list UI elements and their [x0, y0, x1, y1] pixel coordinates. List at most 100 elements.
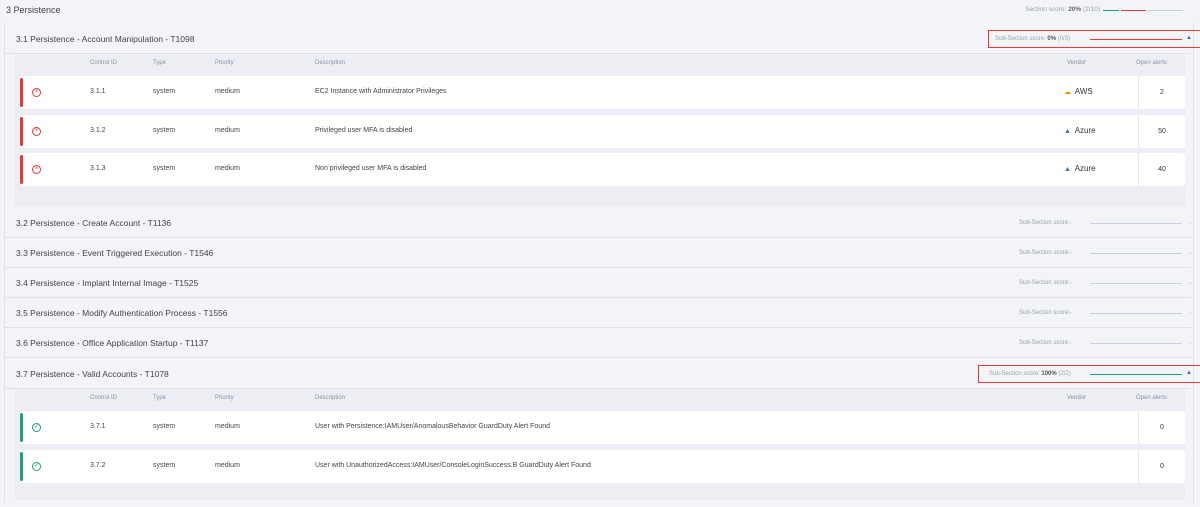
section-header[interactable]: 3 Persistence Section score: 20% (2/10)	[0, 0, 1200, 22]
control-id: 3.1.2	[90, 127, 106, 134]
vendor: ▲ Azure	[1064, 126, 1096, 135]
subsection-title: 3.1 Persistence - Account Manipulation -…	[16, 34, 195, 44]
subsection-title: 3.7 Persistence - Valid Accounts - T1078	[16, 369, 169, 379]
chevron-down-icon[interactable]: ⌄	[1188, 249, 1193, 256]
subsection-score: Sub-Section score:-	[1019, 310, 1072, 316]
control-row[interactable]: × 3.1.1 system medium EC2 Instance with …	[20, 76, 1185, 109]
column-header-description: Description	[315, 60, 346, 66]
control-description: EC2 Instance with Administrator Privileg…	[315, 88, 447, 95]
chevron-down-icon[interactable]: ⌄	[1188, 309, 1193, 316]
column-header-control-id: Control ID	[90, 60, 118, 66]
subsection-header-3-5[interactable]: 3.5 Persistence - Modify Authentication …	[5, 299, 1193, 328]
section-score-value: 20%	[1068, 6, 1082, 13]
control-priority: medium	[215, 88, 240, 95]
score-highlight-box	[988, 30, 1200, 48]
status-stripe-fail	[20, 117, 23, 146]
control-description: User with Persistence:IAMUser/AnomalousB…	[315, 423, 550, 430]
column-header-description: Description	[315, 395, 346, 401]
subsection-header-3-3[interactable]: 3.3 Persistence - Event Triggered Execut…	[5, 239, 1193, 268]
vendor: ▲ Azure	[1064, 164, 1096, 173]
column-header-priority: Priority	[215, 60, 234, 66]
control-type: system	[153, 423, 176, 430]
controls-panel-3-7: Control ID Type Priority Description Ven…	[15, 390, 1185, 500]
subsection-header-3-1[interactable]: 3.1 Persistence - Account Manipulation -…	[5, 25, 1200, 54]
azure-icon: ▲	[1064, 166, 1071, 173]
subsection-header-3-7[interactable]: 3.7 Persistence - Valid Accounts - T1078…	[5, 360, 1200, 389]
subsection-score: Sub-Section score:-	[1019, 250, 1072, 256]
open-alerts-count[interactable]: 0	[1138, 450, 1185, 483]
control-description: User with UnauthorizedAccess:IAMUser/Con…	[315, 462, 591, 469]
control-id: 3.7.2	[90, 462, 106, 469]
control-priority: medium	[215, 165, 240, 172]
control-description: Non privileged user MFA is disabled	[315, 165, 427, 172]
control-type: system	[153, 127, 176, 134]
control-type: system	[153, 462, 176, 469]
section-score-detail: (2/10)	[1083, 6, 1100, 13]
subsection-title: 3.5 Persistence - Modify Authentication …	[16, 308, 228, 318]
section-score-bar-fail	[1121, 10, 1146, 11]
aws-icon: ☁	[1064, 89, 1071, 96]
status-stripe-pass	[20, 413, 23, 442]
status-stripe-pass	[20, 452, 23, 481]
vendor-name: AWS	[1074, 87, 1093, 96]
subsection-title: 3.4 Persistence - Implant Internal Image…	[16, 278, 199, 288]
open-alerts-count[interactable]: 40	[1138, 153, 1185, 186]
control-type: system	[153, 88, 176, 95]
subsection-title: 3.2 Persistence - Create Account - T1136	[16, 218, 172, 228]
subsection-header-3-6[interactable]: 3.6 Persistence - Office Application Sta…	[5, 329, 1193, 358]
control-row[interactable]: ✓ 3.7.1 system medium User with Persiste…	[20, 411, 1185, 444]
subsection-title: 3.6 Persistence - Office Application Sta…	[16, 338, 209, 348]
vendor: ☁ AWS	[1064, 87, 1093, 96]
subsection-score-bar-neutral	[1090, 313, 1182, 314]
open-alerts-count[interactable]: 50	[1138, 115, 1185, 148]
section-score-label: Section score:	[1025, 6, 1067, 13]
subsection-score-bar-neutral	[1090, 253, 1182, 254]
control-description: Privileged user MFA is disabled	[315, 127, 413, 134]
subsection-header-3-4[interactable]: 3.4 Persistence - Implant Internal Image…	[5, 269, 1193, 298]
fail-status-icon: ×	[32, 88, 41, 97]
persistence-page: 3 Persistence Section score: 20% (2/10) …	[0, 0, 1200, 507]
subsection-header-3-2[interactable]: 3.2 Persistence - Create Account - T1136…	[5, 209, 1193, 238]
control-priority: medium	[215, 423, 240, 430]
column-header-vendor: Vendor	[1067, 395, 1087, 401]
section-title: 3 Persistence	[6, 5, 61, 15]
fail-status-icon: ×	[32, 127, 41, 136]
section-score-bar-neutral	[1149, 10, 1183, 11]
column-header-type: Type	[153, 60, 167, 66]
vendor-name: Azure	[1074, 126, 1096, 135]
section-score-bar-pass	[1103, 10, 1119, 11]
subsection-title: 3.3 Persistence - Event Triggered Execut…	[16, 248, 214, 258]
subsection-score: Sub-Section score:-	[1019, 280, 1072, 286]
control-row[interactable]: ✓ 3.7.2 system medium User with Unauthor…	[20, 450, 1185, 483]
column-header-priority: Priority	[215, 395, 234, 401]
vendor-name: Azure	[1074, 164, 1096, 173]
control-row[interactable]: × 3.1.2 system medium Privileged user MF…	[20, 115, 1185, 148]
control-id: 3.1.3	[90, 165, 106, 172]
control-priority: medium	[215, 462, 240, 469]
subsection-score-bar-neutral	[1090, 343, 1182, 344]
open-alerts-count[interactable]: 2	[1138, 76, 1185, 109]
column-header-vendor: Vendor	[1067, 60, 1087, 66]
controls-panel-3-1: Control ID Type Priority Description Ven…	[15, 55, 1185, 206]
chevron-down-icon[interactable]: ⌄	[1188, 219, 1193, 226]
control-type: system	[153, 165, 176, 172]
section-score: Section score: 20% (2/10)	[1025, 6, 1100, 13]
fail-status-icon: ×	[32, 165, 41, 174]
status-stripe-fail	[20, 155, 23, 184]
check-circle-icon: ✓	[32, 423, 41, 432]
subsection-score-bar-neutral	[1090, 283, 1182, 284]
subsection-score: Sub-Section score:-	[1019, 340, 1072, 346]
chevron-down-icon[interactable]: ⌄	[1188, 339, 1193, 346]
open-alerts-count[interactable]: 0	[1138, 411, 1185, 444]
control-priority: medium	[215, 127, 240, 134]
column-header-open-alerts: Open alerts	[1136, 395, 1168, 401]
column-header-open-alerts: Open alerts	[1136, 60, 1168, 66]
column-header-type: Type	[153, 395, 167, 401]
column-header-control-id: Control ID	[90, 395, 118, 401]
control-row[interactable]: × 3.1.3 system medium Non privileged use…	[20, 153, 1185, 186]
control-id: 3.7.1	[90, 423, 106, 430]
status-stripe-fail	[20, 78, 23, 107]
chevron-down-icon[interactable]: ⌄	[1188, 279, 1193, 286]
score-highlight-box	[978, 365, 1200, 383]
subsection-score: Sub-Section score:-	[1019, 220, 1072, 226]
